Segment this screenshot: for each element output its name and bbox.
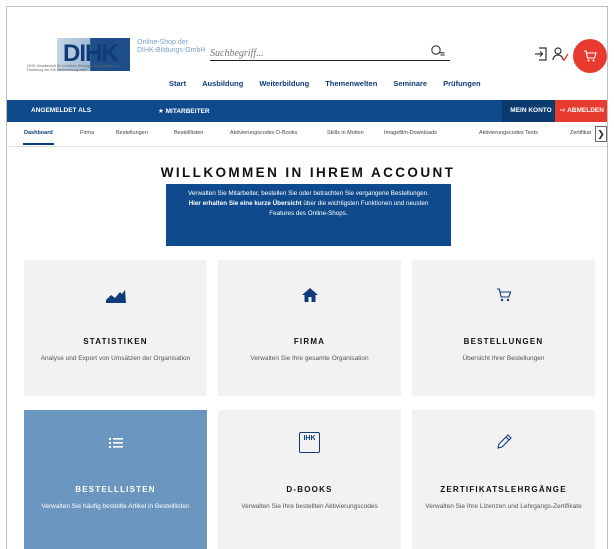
tab-aktivierungscodes-dbooks[interactable]: Aktivierungscodes D-Books [230, 130, 297, 136]
card-statistiken[interactable]: STATISTIKEN Analyse und Export von Umsät… [24, 260, 207, 396]
card-description: Verwalten Sie Ihre gesamte Organisation [250, 355, 369, 362]
tab-bestelllisten[interactable]: Bestelllisten [174, 130, 203, 136]
card-title: STATISTIKEN [83, 337, 148, 346]
ihk-mobil-icon: IHK [218, 432, 401, 453]
card-description: Verwalten Sie häufig bestellte Artikel i… [41, 503, 190, 510]
tab-firma[interactable]: Firma [80, 130, 94, 136]
chart-icon [24, 287, 207, 305]
account-bar: ANGEMELDET ALS ★ MITARBEITER MEIN KONTO … [7, 100, 607, 122]
nav-themenwelten[interactable]: Themenwelten [325, 79, 377, 88]
my-account-button[interactable]: MEIN KONTO [502, 100, 560, 122]
pen-icon [412, 433, 595, 451]
main-nav: Start Ausbildung Weiterbildung Themenwel… [169, 79, 497, 88]
tabs-scroll-right-button[interactable]: ❯ [595, 126, 607, 142]
home-icon [218, 286, 401, 304]
list-icon [24, 436, 207, 450]
nav-seminare[interactable]: Seminare [393, 79, 427, 88]
tab-skills-in-motion[interactable]: Skills in Motion [327, 130, 364, 136]
user-icon[interactable] [551, 45, 569, 63]
account-tabs: Dashboard Firma Bestellungen Bestelllist… [7, 122, 607, 147]
tab-aktivierungscodes-tests[interactable]: Aktivierungscodes Tests [479, 130, 538, 136]
nav-pruefungen[interactable]: Prüfungen [443, 79, 481, 88]
cart-icon [584, 50, 597, 62]
search-icon[interactable] [430, 43, 446, 59]
employee-role: ★ MITARBEITER [158, 108, 210, 115]
card-description: Verwalten Sie Ihre bestellten Aktivierun… [241, 503, 378, 510]
search-input[interactable] [210, 45, 420, 62]
card-title: FIRMA [293, 337, 326, 346]
tab-bestellungen[interactable]: Bestellungen [116, 130, 148, 136]
login-icon[interactable] [532, 45, 550, 63]
page-title: WILLKOMMEN IN IHREM ACCOUNT [160, 165, 456, 180]
search-bar [210, 43, 450, 62]
tab-dashboard[interactable]: Dashboard [23, 130, 54, 145]
logged-in-label: ANGEMELDET ALS [31, 107, 92, 114]
card-title: D-BOOKS [286, 485, 333, 494]
card-bestellungen[interactable]: BESTELLUNGEN Übersicht Ihrer Bestellunge… [412, 260, 595, 396]
card-bestelllisten[interactable]: BESTELLLISTEN Verwalten Sie häufig beste… [24, 410, 207, 549]
brand-subtitle: Online-Shop der DIHK-Bildungs-GmbH [137, 39, 206, 54]
nav-weiterbildung[interactable]: Weiterbildung [259, 79, 309, 88]
page: DIHK Online-Shop der DIHK-Bildungs-GmbH … [6, 6, 608, 549]
tab-imagefilm-downloads[interactable]: Imagefilm-Downloads [384, 130, 437, 136]
card-description: Verwalten Sie Ihre Lizenzen und Lehrgang… [425, 503, 582, 510]
cart-icon [412, 287, 595, 303]
tab-zertifikat[interactable]: Zertifikat [570, 130, 591, 136]
card-description: Übersicht Ihrer Bestellungen [462, 355, 545, 362]
card-title: ZERTIFIKATSLEHRGÄNGE [440, 485, 567, 494]
card-firma[interactable]: FIRMA Verwalten Sie Ihre gesamte Organis… [218, 260, 401, 396]
brand-tagline: DIHK-Gesellschaft für berufliche Bildung… [27, 64, 120, 72]
card-title: BESTELLUNGEN [463, 337, 544, 346]
card-description: Analyse und Export von Umsätzen der Orga… [40, 355, 191, 362]
card-d-books[interactable]: IHK D-BOOKS Verwalten Sie Ihre bestellte… [218, 410, 401, 549]
nav-ausbildung[interactable]: Ausbildung [202, 79, 243, 88]
card-zertifikatslehrgaenge[interactable]: ZERTIFIKATSLEHRGÄNGE Verwalten Sie Ihre … [412, 410, 595, 549]
card-title: BESTELLLISTEN [75, 485, 156, 494]
cart-button[interactable] [573, 39, 607, 73]
nav-start[interactable]: Start [169, 79, 186, 88]
logout-button[interactable]: ⇨ ABMELDEN [555, 100, 607, 122]
welcome-info-box: Verwalten Sie Mitarbeiter, bestellen Sie… [166, 184, 451, 246]
